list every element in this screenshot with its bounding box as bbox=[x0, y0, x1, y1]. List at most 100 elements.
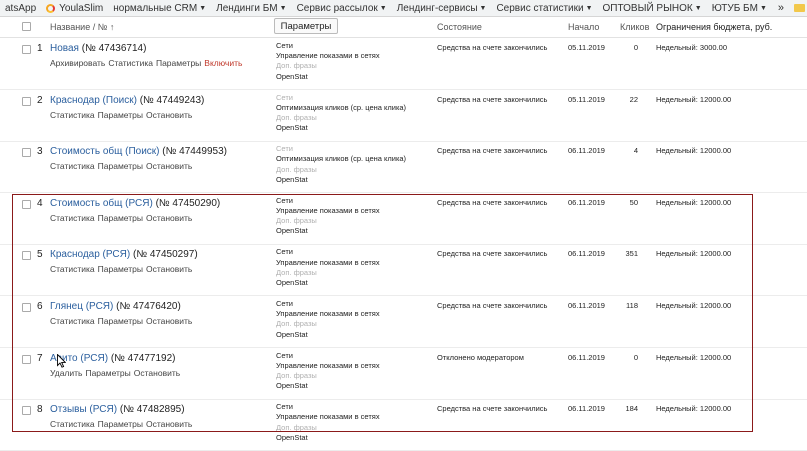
campaign-row: 2 Краснодар (Поиск) (№ 47449243) Статистик… bbox=[0, 90, 807, 142]
action-link[interactable]: Архивировать bbox=[50, 58, 105, 68]
bookmarks-more-button[interactable]: » bbox=[772, 2, 790, 14]
campaign-title: Отзывы (РСЯ) (№ 47482895) bbox=[50, 404, 185, 415]
strategy-line: Управление показами в сетях bbox=[276, 412, 380, 422]
action-link[interactable]: Статистика bbox=[50, 419, 95, 429]
campaign-id: (№ 47436714) bbox=[81, 43, 147, 54]
column-header-start[interactable]: Начало bbox=[568, 16, 599, 38]
action-link[interactable]: Параметры bbox=[98, 161, 143, 171]
strategy-line: Сети bbox=[276, 402, 293, 412]
strategy-line: Доп. фразы bbox=[276, 422, 317, 432]
action-link[interactable]: Удалить bbox=[50, 368, 82, 378]
strategy-line: Оптимизация кликов (ср. цена клика) bbox=[276, 102, 407, 112]
caret-down-icon: ▼ bbox=[759, 4, 767, 12]
row-checkbox[interactable] bbox=[22, 148, 31, 158]
strategy-line: OpenStat bbox=[276, 123, 308, 133]
campaign-name-link[interactable]: Глянец (РСЯ) bbox=[50, 301, 113, 312]
campaign-id: (№ 47477192) bbox=[110, 352, 176, 364]
action-link[interactable]: Остановить bbox=[146, 316, 192, 326]
strategy-line: OpenStat bbox=[276, 71, 308, 81]
row-checkbox[interactable] bbox=[22, 354, 31, 364]
campaign-name-link[interactable]: Краснодар (Поиск) bbox=[50, 95, 137, 106]
campaign-id: (№ 47449953) bbox=[162, 146, 227, 158]
strategy-line: Доп. фразы bbox=[276, 319, 317, 329]
campaign-name-link[interactable]: Стоимость общ (РСЯ) bbox=[50, 198, 153, 209]
mouse-cursor-icon bbox=[57, 354, 66, 368]
campaign-state: Средства на счете закончились bbox=[437, 249, 548, 259]
action-link[interactable]: Статистика bbox=[50, 213, 95, 223]
row-number: 3 bbox=[37, 146, 43, 158]
action-link[interactable]: Статистика bbox=[50, 110, 95, 120]
campaign-title: Стоимость общ (РСЯ) (№ 47450290) bbox=[50, 198, 220, 209]
row-checkbox[interactable] bbox=[22, 96, 31, 106]
strategy-line: Сети bbox=[276, 92, 293, 102]
action-link[interactable]: Параметры bbox=[98, 213, 143, 223]
campaign-id: (№ 47450297) bbox=[133, 249, 198, 261]
column-header-state[interactable]: Состояние bbox=[437, 16, 482, 38]
bookmark-item[interactable]: Лендинг-сервисы ▼ bbox=[392, 3, 492, 14]
bookmark-item[interactable]: YoulaSlim bbox=[41, 3, 108, 14]
campaign-name-link[interactable]: Стоимость общ (Поиск) bbox=[50, 146, 160, 157]
campaign-id: (№ 47450290) bbox=[155, 197, 221, 209]
action-link[interactable]: Параметры bbox=[85, 368, 130, 378]
action-link[interactable]: Остановить bbox=[146, 161, 192, 171]
column-header-budget[interactable]: Ограничения бюджета, руб. bbox=[656, 16, 772, 38]
action-link[interactable]: Статистика bbox=[50, 264, 95, 274]
campaign-name-link[interactable]: Новая bbox=[50, 43, 79, 54]
params-button[interactable]: Параметры bbox=[274, 18, 338, 34]
column-header-clicks[interactable]: Кликов bbox=[620, 16, 649, 38]
campaign-id: (№ 47476420) bbox=[116, 301, 181, 312]
row-checkbox[interactable] bbox=[22, 406, 31, 416]
strategy-line: Сети bbox=[276, 299, 293, 308]
campaign-row: 3 Стоимость общ (Поиск) (№ 47449953) Стати… bbox=[0, 141, 807, 194]
budget-limit: Недельный: 12000.00 bbox=[656, 94, 732, 104]
bookmark-item[interactable]: atsApp bbox=[0, 3, 41, 14]
row-checkbox[interactable] bbox=[22, 303, 31, 312]
action-link[interactable]: Остановить bbox=[146, 213, 192, 223]
strategy-line: Доп. фразы bbox=[276, 164, 317, 174]
action-link[interactable]: Статистика bbox=[108, 58, 153, 68]
action-link[interactable]: Остановить bbox=[134, 368, 180, 378]
bookmark-item[interactable]: Сервис рассылок ▼ bbox=[292, 3, 392, 14]
campaign-name-link[interactable]: Отзывы (РСЯ) bbox=[50, 404, 117, 415]
action-link[interactable]: Параметры bbox=[98, 316, 143, 326]
action-link[interactable]: Параметры bbox=[98, 110, 143, 120]
row-number: 8 bbox=[37, 404, 43, 416]
other-bookmarks-folder[interactable]: Друг bbox=[790, 3, 807, 14]
strategy-line: Доп. фразы bbox=[276, 267, 317, 277]
action-link[interactable]: Параметры bbox=[156, 58, 201, 68]
strategy-line: OpenStat bbox=[276, 432, 308, 442]
strategy-line: Доп. фразы bbox=[276, 61, 317, 71]
action-link[interactable]: Остановить bbox=[146, 110, 192, 120]
bookmark-label: Сервис рассылок bbox=[296, 2, 378, 14]
clicks-count: 22 bbox=[629, 94, 638, 104]
row-checkbox[interactable] bbox=[22, 251, 31, 261]
campaign-actions: Архивировать Статистика Параметры Включить bbox=[50, 58, 245, 68]
select-all-checkbox[interactable] bbox=[22, 22, 31, 31]
column-header-name[interactable]: Название / № ↑ bbox=[50, 16, 114, 38]
campaign-state: Средства на счете закончились bbox=[437, 301, 548, 310]
strategy-line: Сети bbox=[276, 350, 293, 360]
row-checkbox[interactable] bbox=[22, 45, 31, 54]
bookmark-item[interactable]: ОПТОВЫЙ РЫНОК ▼ bbox=[598, 3, 707, 14]
budget-limit: Недельный: 12000.00 bbox=[656, 301, 732, 310]
action-link[interactable]: Параметры bbox=[98, 264, 143, 274]
bookmark-item[interactable]: Сервис статистики ▼ bbox=[491, 3, 597, 14]
strategy-line: Сети bbox=[276, 41, 293, 50]
bookmark-label: Лендинги БМ bbox=[216, 2, 278, 14]
bookmark-item[interactable]: ЮТУБ БМ ▼ bbox=[707, 3, 772, 14]
action-link[interactable]: Остановить bbox=[146, 419, 192, 429]
action-link[interactable]: Параметры bbox=[98, 419, 143, 429]
bookmark-item[interactable]: нормальные CRM ▼ bbox=[108, 3, 211, 14]
bookmark-item[interactable]: Лендинги БМ ▼ bbox=[211, 3, 291, 14]
budget-limit: Недельный: 12000.00 bbox=[656, 146, 732, 156]
budget-limit: Недельный: 12000.00 bbox=[656, 197, 732, 207]
enable-link[interactable]: Включить bbox=[204, 58, 242, 68]
campaign-state: Средства на счете закончились bbox=[437, 146, 548, 156]
action-link[interactable]: Статистика bbox=[50, 316, 95, 326]
row-number: 6 bbox=[37, 301, 43, 312]
row-checkbox[interactable] bbox=[22, 199, 31, 209]
campaign-name-link[interactable]: Краснодар (РСЯ) bbox=[50, 249, 130, 260]
strategy-line: Управление показами в сетях bbox=[276, 206, 380, 215]
action-link[interactable]: Статистика bbox=[50, 161, 95, 171]
action-link[interactable]: Остановить bbox=[146, 264, 192, 274]
